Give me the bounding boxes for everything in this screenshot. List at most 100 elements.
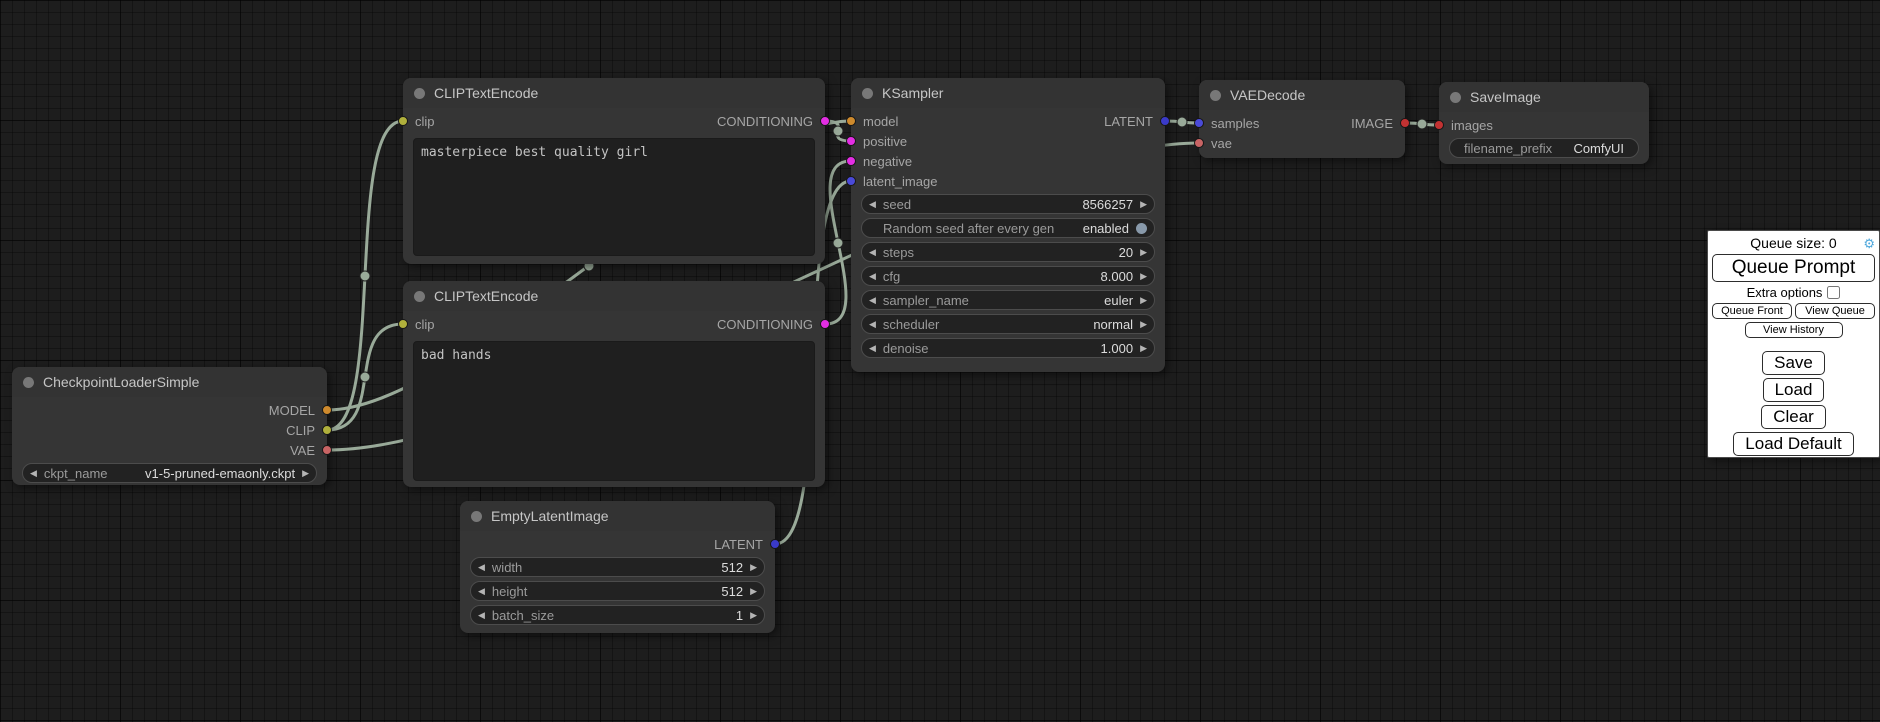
collapse-dot-icon[interactable]: [1450, 92, 1461, 103]
queue-front-button[interactable]: Queue Front: [1712, 303, 1792, 319]
input-slot-samples[interactable]: samples: [1199, 113, 1259, 133]
node-canvas[interactable]: CheckpointLoaderSimple MODEL CLIP VAE: [0, 0, 1880, 722]
widget-batch-size[interactable]: ◀ batch_size 1 ▶: [470, 605, 765, 625]
input-slot-clip[interactable]: clip: [403, 314, 435, 334]
input-slot-positive[interactable]: positive: [851, 131, 937, 151]
image-slot-dot[interactable]: [1400, 118, 1410, 128]
view-queue-button[interactable]: View Queue: [1795, 303, 1875, 319]
conditioning-slot-dot[interactable]: [846, 136, 856, 146]
extra-options-checkbox[interactable]: [1827, 286, 1840, 299]
node-save-image[interactable]: SaveImage images filename_prefix ComfyUI: [1439, 82, 1649, 164]
clip-slot-dot[interactable]: [398, 319, 408, 329]
conditioning-slot-dot[interactable]: [820, 116, 830, 126]
settings-gear-icon[interactable]: ⚙: [1863, 236, 1875, 252]
decrement-arrow-icon[interactable]: ◀: [869, 344, 876, 353]
clip-slot-dot[interactable]: [398, 116, 408, 126]
output-slot-vae[interactable]: VAE: [269, 440, 327, 460]
node-title-bar[interactable]: CLIPTextEncode: [403, 281, 825, 311]
decrement-arrow-icon[interactable]: ◀: [869, 248, 876, 257]
collapse-dot-icon[interactable]: [1210, 90, 1221, 101]
load-default-button[interactable]: Load Default: [1733, 432, 1853, 456]
widget-filename-prefix[interactable]: filename_prefix ComfyUI: [1449, 138, 1639, 158]
view-history-button[interactable]: View History: [1745, 322, 1843, 338]
decrement-arrow-icon[interactable]: ◀: [478, 587, 485, 596]
widget-height[interactable]: ◀ height 512 ▶: [470, 581, 765, 601]
conditioning-slot-dot[interactable]: [846, 156, 856, 166]
node-title-bar[interactable]: VAEDecode: [1199, 80, 1405, 110]
increment-arrow-icon[interactable]: ▶: [750, 587, 757, 596]
widget-cfg[interactable]: ◀ cfg 8.000 ▶: [861, 266, 1155, 286]
input-slot-vae[interactable]: vae: [1199, 133, 1259, 153]
increment-arrow-icon[interactable]: ▶: [750, 611, 757, 620]
widget-width[interactable]: ◀ width 512 ▶: [470, 557, 765, 577]
input-slot-model[interactable]: model: [851, 111, 937, 131]
toggle-indicator-icon[interactable]: [1136, 223, 1147, 234]
widget-ckpt-name[interactable]: ◀ ckpt_name v1-5-pruned-emaonly.ckpt ▶: [22, 463, 317, 483]
load-button[interactable]: Load: [1763, 378, 1825, 402]
output-slot-latent[interactable]: LATENT: [1104, 111, 1165, 131]
latent-slot-dot[interactable]: [1194, 118, 1204, 128]
node-title-bar[interactable]: CheckpointLoaderSimple: [12, 367, 327, 397]
node-clip-text-encode-positive[interactable]: CLIPTextEncode clip CONDITIONING masterp…: [403, 78, 825, 264]
node-title-bar[interactable]: EmptyLatentImage: [460, 501, 775, 531]
latent-slot-dot[interactable]: [770, 539, 780, 549]
decrement-arrow-icon[interactable]: ◀: [869, 296, 876, 305]
decrement-arrow-icon[interactable]: ◀: [478, 563, 485, 572]
input-slot-clip[interactable]: clip: [403, 111, 435, 131]
output-slot-clip[interactable]: CLIP: [269, 420, 327, 440]
negative-prompt-textarea[interactable]: bad hands: [413, 341, 815, 481]
output-slot-image[interactable]: IMAGE: [1351, 113, 1405, 133]
increment-arrow-icon[interactable]: ▶: [1140, 296, 1147, 305]
increment-arrow-icon[interactable]: ▶: [1140, 344, 1147, 353]
increment-arrow-icon[interactable]: ▶: [1140, 248, 1147, 257]
vae-slot-dot[interactable]: [322, 445, 332, 455]
collapse-dot-icon[interactable]: [862, 88, 873, 99]
input-slot-negative[interactable]: negative: [851, 151, 937, 171]
widget-steps[interactable]: ◀ steps 20 ▶: [861, 242, 1155, 262]
decrement-arrow-icon[interactable]: ◀: [30, 469, 37, 478]
widget-seed[interactable]: ◀ seed 8566257 ▶: [861, 194, 1155, 214]
clip-slot-dot[interactable]: [322, 425, 332, 435]
increment-arrow-icon[interactable]: ▶: [1140, 200, 1147, 209]
collapse-dot-icon[interactable]: [471, 511, 482, 522]
model-slot-dot[interactable]: [322, 405, 332, 415]
widget-denoise[interactable]: ◀ denoise 1.000 ▶: [861, 338, 1155, 358]
widget-random-seed-toggle[interactable]: Random seed after every gen enabled: [861, 218, 1155, 238]
output-slot-conditioning[interactable]: CONDITIONING: [717, 314, 825, 334]
save-button[interactable]: Save: [1762, 351, 1825, 375]
latent-slot-dot[interactable]: [1160, 116, 1170, 126]
model-slot-dot[interactable]: [846, 116, 856, 126]
queue-prompt-button[interactable]: Queue Prompt: [1712, 254, 1875, 282]
node-empty-latent-image[interactable]: EmptyLatentImage LATENT ◀ width 512 ▶ ◀ …: [460, 501, 775, 633]
widget-sampler-name[interactable]: ◀ sampler_name euler ▶: [861, 290, 1155, 310]
collapse-dot-icon[interactable]: [414, 88, 425, 99]
node-checkpoint-loader-simple[interactable]: CheckpointLoaderSimple MODEL CLIP VAE: [12, 367, 327, 485]
output-slot-conditioning[interactable]: CONDITIONING: [717, 111, 825, 131]
node-title-bar[interactable]: KSampler: [851, 78, 1165, 108]
input-slot-latent-image[interactable]: latent_image: [851, 171, 937, 191]
widget-scheduler[interactable]: ◀ scheduler normal ▶: [861, 314, 1155, 334]
output-slot-model[interactable]: MODEL: [269, 400, 327, 420]
node-title-bar[interactable]: SaveImage: [1439, 82, 1649, 112]
node-ksampler[interactable]: KSampler model positive negative lat: [851, 78, 1165, 372]
increment-arrow-icon[interactable]: ▶: [302, 469, 309, 478]
collapse-dot-icon[interactable]: [414, 291, 425, 302]
decrement-arrow-icon[interactable]: ◀: [869, 320, 876, 329]
vae-slot-dot[interactable]: [1194, 138, 1204, 148]
latent-slot-dot[interactable]: [846, 176, 856, 186]
input-slot-images[interactable]: images: [1439, 115, 1493, 135]
collapse-dot-icon[interactable]: [23, 377, 34, 388]
node-title-bar[interactable]: CLIPTextEncode: [403, 78, 825, 108]
node-clip-text-encode-negative[interactable]: CLIPTextEncode clip CONDITIONING bad han…: [403, 281, 825, 487]
conditioning-slot-dot[interactable]: [820, 319, 830, 329]
decrement-arrow-icon[interactable]: ◀: [869, 272, 876, 281]
increment-arrow-icon[interactable]: ▶: [1140, 320, 1147, 329]
clear-button[interactable]: Clear: [1761, 405, 1826, 429]
node-vae-decode[interactable]: VAEDecode samples vae IMAGE: [1199, 80, 1405, 158]
positive-prompt-textarea[interactable]: masterpiece best quality girl: [413, 138, 815, 256]
output-slot-latent[interactable]: LATENT: [714, 534, 775, 554]
image-slot-dot[interactable]: [1434, 120, 1444, 130]
decrement-arrow-icon[interactable]: ◀: [869, 200, 876, 209]
increment-arrow-icon[interactable]: ▶: [750, 563, 757, 572]
decrement-arrow-icon[interactable]: ◀: [478, 611, 485, 620]
